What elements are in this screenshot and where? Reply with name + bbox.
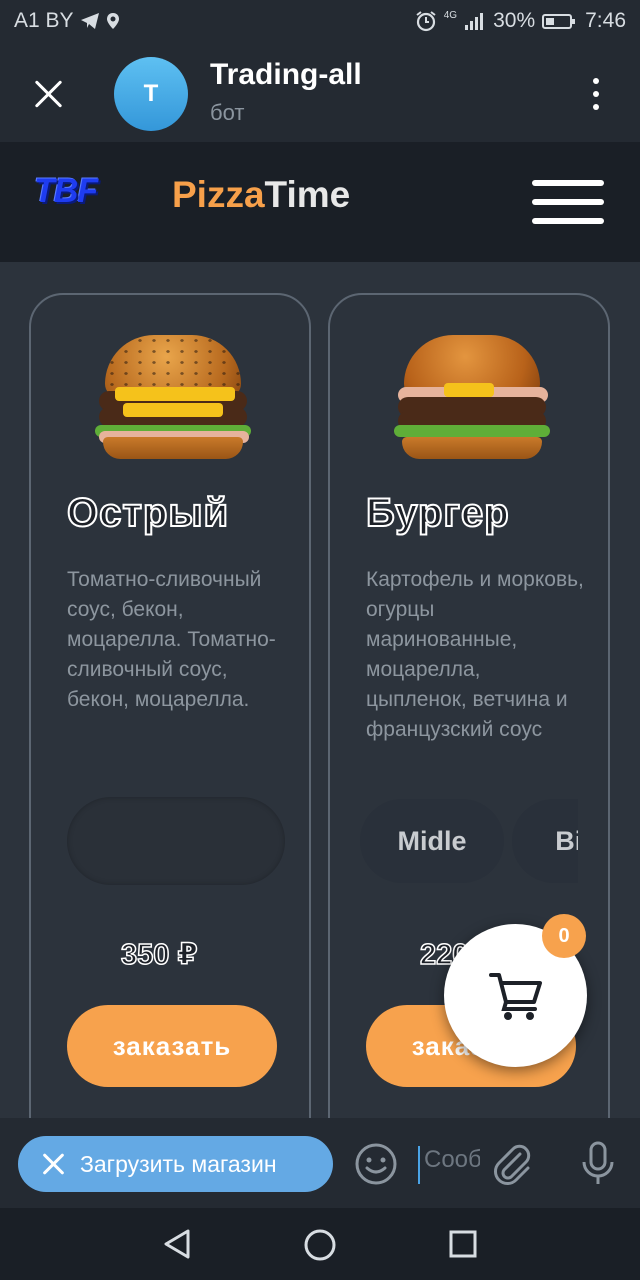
burger-image [392, 331, 552, 461]
signal-icon [465, 13, 484, 30]
battery-percent: 30% [493, 9, 536, 32]
brand-logo-part1: Pizza [172, 174, 265, 215]
load-shop-button[interactable]: Загрузить магазин [18, 1136, 333, 1192]
order-button[interactable]: заказать [67, 1005, 277, 1087]
microphone-icon[interactable] [578, 1140, 618, 1188]
burger-image [93, 331, 253, 461]
avatar[interactable]: T [114, 57, 188, 131]
product-title: Острый [66, 490, 230, 536]
cart-count-badge: 0 [542, 914, 586, 958]
shopping-cart-icon [489, 973, 542, 1020]
close-icon[interactable] [26, 72, 70, 116]
brand-logo[interactable]: PizzaTime [172, 174, 350, 216]
chat-title[interactable]: Trading-all [210, 58, 362, 92]
emoji-icon[interactable] [354, 1142, 398, 1186]
product-description: Томатно-сливочный соус, бекон, моцарелла… [67, 568, 276, 711]
clock: 7:46 [585, 9, 626, 32]
network-type-label: 4G [443, 10, 458, 21]
back-icon[interactable] [162, 1228, 192, 1260]
system-nav-bar [0, 1208, 640, 1280]
battery-icon [542, 13, 576, 29]
message-input-bar: Загрузить магазин Сообщение [0, 1118, 640, 1208]
partner-logo: TBF [34, 172, 98, 210]
size-selector: Midle Big [360, 795, 578, 887]
size-option-midle[interactable]: Midle [360, 799, 504, 883]
size-option-big[interactable]: Big [512, 799, 578, 883]
recent-apps-icon[interactable] [448, 1229, 478, 1259]
alarm-icon [416, 11, 436, 32]
more-options-icon[interactable] [588, 78, 604, 110]
product-price: 350 ₽ [120, 938, 198, 972]
home-icon[interactable] [303, 1228, 337, 1262]
product-title: Бургер [365, 490, 510, 536]
product-description: Картофель и морковь, огурцы маринованные… [366, 568, 584, 741]
app-header: TBF PizzaTime [0, 142, 640, 262]
carrier-label: A1 BY [14, 9, 74, 32]
message-input[interactable]: Сообщение [418, 1146, 480, 1184]
product-card: Острый Томатно-сливочный соус, бекон, мо… [29, 293, 311, 1173]
location-icon [106, 13, 119, 29]
close-icon [40, 1151, 66, 1177]
chat-subtitle: бот [210, 100, 245, 125]
telegram-notification-icon [80, 13, 99, 29]
chat-header: T Trading-all бот [0, 44, 640, 142]
status-bar: A1 BY 4G 30% 7:46 [0, 0, 640, 44]
load-shop-label: Загрузить магазин [80, 1150, 277, 1177]
size-selector[interactable] [67, 797, 285, 885]
attach-icon[interactable] [490, 1142, 534, 1186]
brand-logo-part2: Time [264, 174, 351, 215]
hamburger-menu-icon[interactable] [532, 180, 604, 226]
